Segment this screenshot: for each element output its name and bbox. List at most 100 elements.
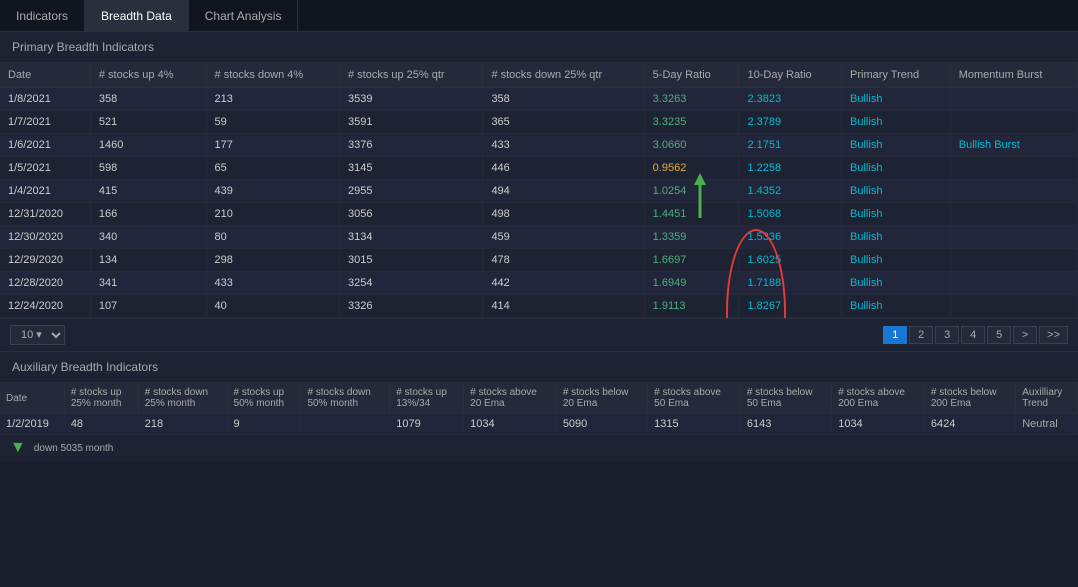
col-date: Date <box>0 63 90 88</box>
cell-trend: Bullish <box>842 249 951 272</box>
page-btn-last[interactable]: >> <box>1039 326 1068 344</box>
cell-date: 12/24/2020 <box>0 295 90 318</box>
cell-ratio5: 1.0254 <box>644 180 739 203</box>
col-up4: # stocks up 4% <box>90 63 206 88</box>
cell-ratio5: 1.6949 <box>644 272 739 295</box>
cell-trend: Bullish <box>842 203 951 226</box>
page-btn-next[interactable]: > <box>1013 326 1037 344</box>
aux-col-below200: # stocks below200 Ema <box>924 383 1015 414</box>
page-btn-2[interactable]: 2 <box>909 326 933 344</box>
table-row: 1/8/2021 358 213 3539 358 3.3263 2.3823 … <box>0 88 1078 111</box>
cell-up4: 340 <box>90 226 206 249</box>
cell-burst <box>950 249 1077 272</box>
down-label-area: ▼ down 5035 month <box>0 435 1078 461</box>
col-ratio5: 5-Day Ratio <box>644 63 739 88</box>
cell-up25q: 3539 <box>339 88 482 111</box>
table-row: 12/24/2020 107 40 3326 414 1.9113 1.8267… <box>0 295 1078 318</box>
aux-cell-below50: 6143 <box>740 414 831 435</box>
aux-cell-above20: 1034 <box>464 414 557 435</box>
cell-ratio10: 1.5068 <box>739 203 842 226</box>
cell-ratio10: 1.5336 <box>739 226 842 249</box>
table-row: 12/30/2020 340 80 3134 459 1.3359 1.5336… <box>0 226 1078 249</box>
tab-breadth-data[interactable]: Breadth Data <box>85 0 189 31</box>
table-row: 12/29/2020 134 298 3015 478 1.6697 1.602… <box>0 249 1078 272</box>
cell-up25q: 3376 <box>339 134 482 157</box>
cell-up4: 415 <box>90 180 206 203</box>
cell-date: 12/29/2020 <box>0 249 90 272</box>
aux-col-up25m: # stocks up25% month <box>64 383 138 414</box>
cell-dn4: 210 <box>206 203 339 226</box>
col-ratio10: 10-Day Ratio <box>739 63 842 88</box>
cell-ratio5: 1.4451 <box>644 203 739 226</box>
aux-cell-below20: 5090 <box>556 414 647 435</box>
table-row: 12/28/2020 341 433 3254 442 1.6949 1.718… <box>0 272 1078 295</box>
cell-dn4: 177 <box>206 134 339 157</box>
page-size-select[interactable]: 10 ▾ 25 50 <box>10 325 65 345</box>
page-btn-1[interactable]: 1 <box>883 326 907 344</box>
cell-up25q: 3015 <box>339 249 482 272</box>
cell-trend: Bullish <box>842 88 951 111</box>
aux-col-up50m: # stocks up50% month <box>227 383 301 414</box>
aux-cell-trend: Neutral <box>1016 414 1078 435</box>
top-navigation: Indicators Breadth Data Chart Analysis <box>0 0 1078 32</box>
cell-up4: 1460 <box>90 134 206 157</box>
table-row: 12/31/2020 166 210 3056 498 1.4451 1.506… <box>0 203 1078 226</box>
col-dn25q: # stocks down 25% qtr <box>483 63 644 88</box>
cell-trend: Bullish <box>842 226 951 249</box>
cell-dn25q: 459 <box>483 226 644 249</box>
cell-burst <box>950 226 1077 249</box>
cell-up4: 166 <box>90 203 206 226</box>
cell-up4: 134 <box>90 249 206 272</box>
cell-dn25q: 498 <box>483 203 644 226</box>
cell-dn4: 59 <box>206 111 339 134</box>
page-btn-4[interactable]: 4 <box>961 326 985 344</box>
cell-ratio10: 1.6025 <box>739 249 842 272</box>
col-up25q: # stocks up 25% qtr <box>339 63 482 88</box>
auxiliary-breadth-section: Auxiliary Breadth Indicators Date # stoc… <box>0 352 1078 461</box>
cell-ratio10: 1.2258 <box>739 157 842 180</box>
cell-ratio5: 1.6697 <box>644 249 739 272</box>
cell-date: 1/7/2021 <box>0 111 90 134</box>
cell-trend: Bullish <box>842 134 951 157</box>
cell-burst <box>950 157 1077 180</box>
table-row: 1/7/2021 521 59 3591 365 3.3235 2.3789 B… <box>0 111 1078 134</box>
cell-dn4: 433 <box>206 272 339 295</box>
cell-up25q: 3145 <box>339 157 482 180</box>
auxiliary-table: Date # stocks up25% month # stocks down2… <box>0 383 1078 435</box>
aux-col-dn50m: # stocks down50% month <box>301 383 390 414</box>
cell-up4: 358 <box>90 88 206 111</box>
aux-cell-dn25m: 218 <box>138 414 227 435</box>
cell-ratio10: 2.3789 <box>739 111 842 134</box>
page-btn-3[interactable]: 3 <box>935 326 959 344</box>
cell-up25q: 2955 <box>339 180 482 203</box>
cell-date: 12/31/2020 <box>0 203 90 226</box>
aux-table-row: 1/2/2019 48 218 9 1079 1034 5090 1315 61… <box>0 414 1078 435</box>
cell-up25q: 3056 <box>339 203 482 226</box>
cell-dn25q: 433 <box>483 134 644 157</box>
cell-trend: Bullish <box>842 157 951 180</box>
tab-indicators[interactable]: Indicators <box>0 0 85 31</box>
col-trend: Primary Trend <box>842 63 951 88</box>
page-btn-5[interactable]: 5 <box>987 326 1011 344</box>
cell-dn25q: 494 <box>483 180 644 203</box>
aux-col-trend: AuxilliaryTrend <box>1016 383 1078 414</box>
aux-col-above200: # stocks above200 Ema <box>832 383 925 414</box>
cell-ratio5: 1.9113 <box>644 295 739 318</box>
cell-up25q: 3134 <box>339 226 482 249</box>
cell-burst: Bullish Burst <box>950 134 1077 157</box>
cell-date: 1/6/2021 <box>0 134 90 157</box>
cell-ratio10: 1.8267 <box>739 295 842 318</box>
cell-burst <box>950 180 1077 203</box>
tab-chart-analysis[interactable]: Chart Analysis <box>189 0 299 31</box>
cell-ratio5: 3.3263 <box>644 88 739 111</box>
cell-burst <box>950 111 1077 134</box>
pagination-buttons: 1 2 3 4 5 > >> <box>883 326 1068 344</box>
primary-breadth-section: Primary Breadth Indicators Date # stocks… <box>0 32 1078 352</box>
cell-trend: Bullish <box>842 272 951 295</box>
cell-ratio5: 1.3359 <box>644 226 739 249</box>
cell-ratio10: 2.1751 <box>739 134 842 157</box>
cell-dn25q: 442 <box>483 272 644 295</box>
cell-date: 12/28/2020 <box>0 272 90 295</box>
cell-trend: Bullish <box>842 111 951 134</box>
cell-date: 1/4/2021 <box>0 180 90 203</box>
